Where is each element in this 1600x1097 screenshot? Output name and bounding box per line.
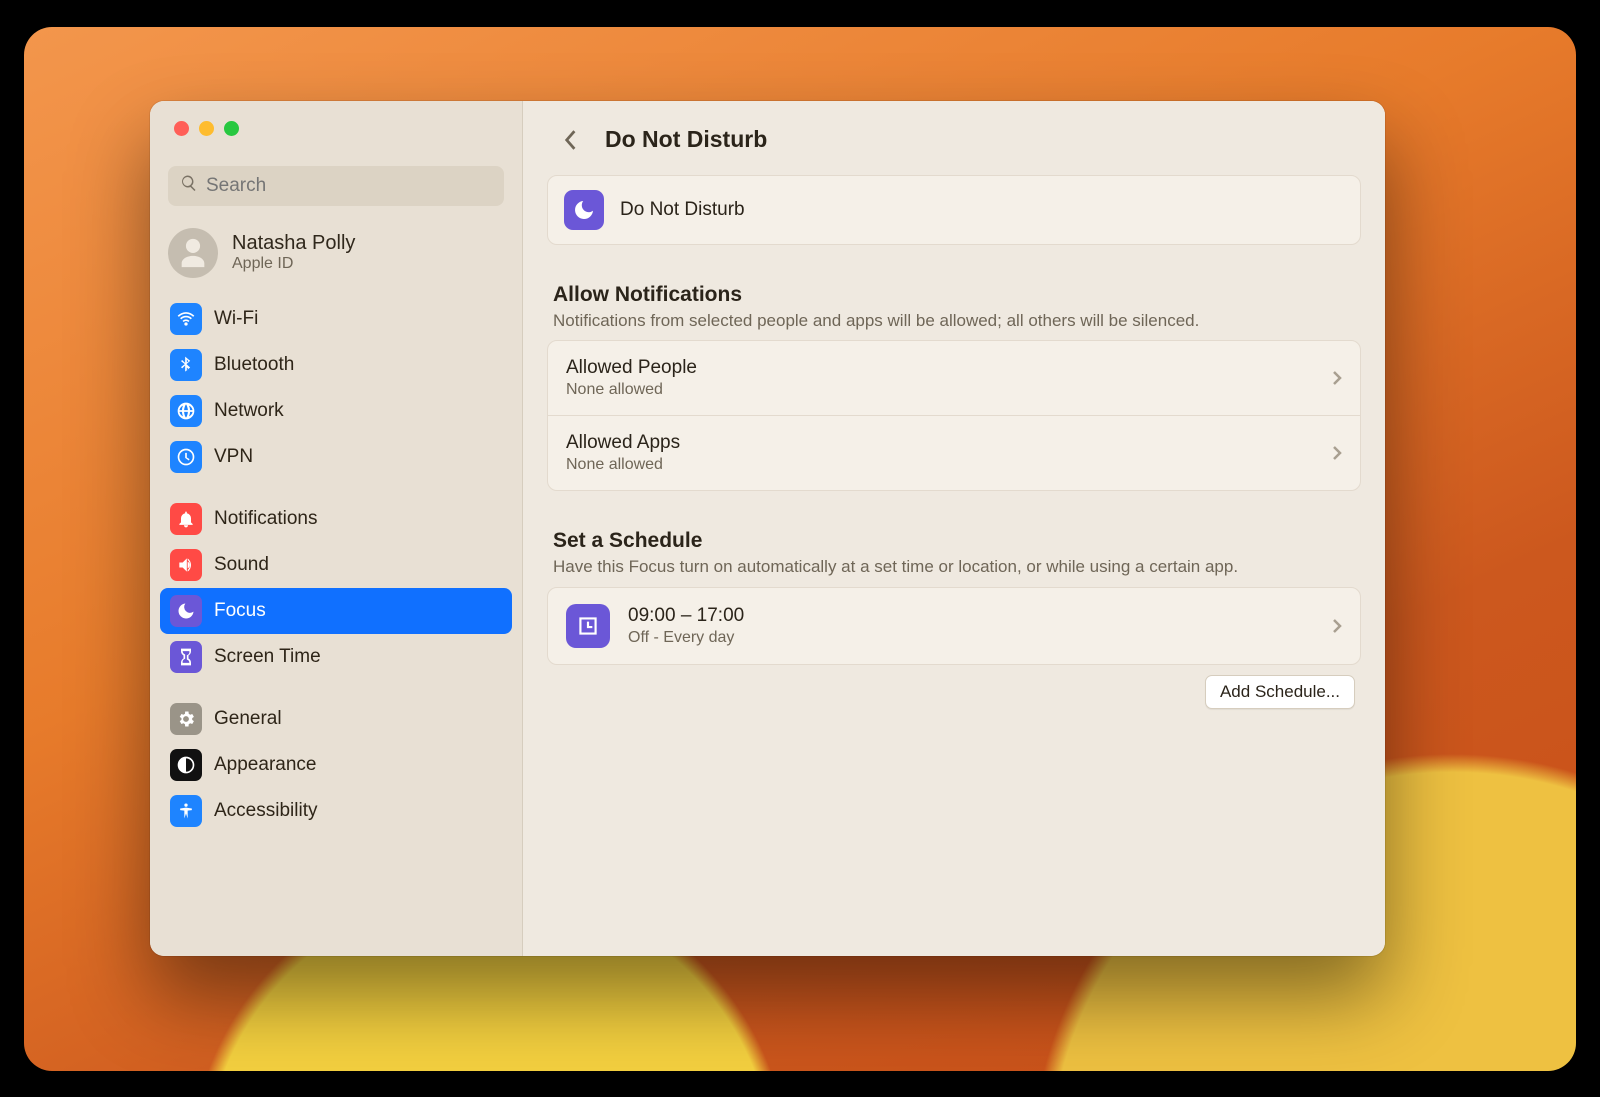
sidebar-item-general[interactable]: General [160,696,512,742]
minimize-button[interactable] [199,121,214,136]
settings-window: Natasha Polly Apple ID Wi-Fi [150,101,1385,956]
bluetooth-icon [170,349,202,381]
moon-icon [564,190,604,230]
sidebar-item-label: Network [214,400,284,422]
sidebar-item-label: General [214,708,282,730]
sidebar-item-wifi[interactable]: Wi-Fi [160,296,512,342]
sidebar-item-label: Bluetooth [214,354,294,376]
clock-icon [566,604,610,648]
close-button[interactable] [174,121,189,136]
schedule-section-header: Set a Schedule Have this Focus turn on a… [547,491,1361,587]
sidebar-item-label: Appearance [214,754,316,776]
sidebar-group-network: Wi-Fi Bluetooth Network [150,288,522,488]
sidebar-item-network[interactable]: Network [160,388,512,434]
sidebar-item-focus[interactable]: Focus [160,588,512,634]
notifications-icon [170,503,202,535]
chevron-right-icon [1332,370,1342,386]
account-sub: Apple ID [232,255,355,273]
desktop-wallpaper: Natasha Polly Apple ID Wi-Fi [24,27,1576,1071]
sidebar-item-appearance[interactable]: Appearance [160,742,512,788]
row-title: Allowed Apps [566,432,680,454]
chevron-right-icon [1332,445,1342,461]
content-header: Do Not Disturb [547,101,1361,175]
account-row[interactable]: Natasha Polly Apple ID [150,206,522,288]
search-input[interactable] [206,175,492,197]
sidebar-item-label: Screen Time [214,646,321,668]
sidebar-item-label: Wi-Fi [214,308,258,330]
sidebar-item-screentime[interactable]: Screen Time [160,634,512,680]
sound-icon [170,549,202,581]
sidebar-item-sound[interactable]: Sound [160,542,512,588]
sidebar-item-notifications[interactable]: Notifications [160,496,512,542]
sidebar-group-system: General Appearance Accessibility [150,688,522,842]
row-sub: None allowed [566,456,680,474]
network-icon [170,395,202,427]
sidebar-item-accessibility[interactable]: Accessibility [160,788,512,834]
focus-icon [170,595,202,627]
sidebar-item-vpn[interactable]: VPN [160,434,512,480]
schedule-row[interactable]: 09:00 – 17:00 Off - Every day [548,588,1360,664]
sidebar-item-label: Focus [214,600,266,622]
gear-icon [170,703,202,735]
allowed-apps-row[interactable]: Allowed Apps None allowed [548,415,1360,490]
schedule-heading: Set a Schedule [553,529,1355,553]
schedule-list: 09:00 – 17:00 Off - Every day [547,587,1361,665]
sidebar-item-label: Accessibility [214,800,317,822]
search-icon [180,174,206,197]
sidebar: Natasha Polly Apple ID Wi-Fi [150,101,523,956]
fullscreen-button[interactable] [224,121,239,136]
schedule-actions: Add Schedule... [547,665,1361,709]
dnd-summary-card: Do Not Disturb [547,175,1361,245]
sidebar-item-label: Notifications [214,508,318,530]
screentime-icon [170,641,202,673]
add-schedule-button[interactable]: Add Schedule... [1205,675,1355,709]
row-sub: Off - Every day [628,629,744,647]
allow-section-header: Allow Notifications Notifications from s… [547,245,1361,341]
sidebar-item-label: Sound [214,554,269,576]
accessibility-icon [170,795,202,827]
page-title: Do Not Disturb [605,126,767,153]
row-sub: None allowed [566,381,697,399]
back-button[interactable] [555,125,585,155]
allow-list: Allowed People None allowed Allowed Apps… [547,340,1361,491]
dnd-title: Do Not Disturb [620,199,745,221]
schedule-desc: Have this Focus turn on automatically at… [553,555,1355,579]
sidebar-group-attention: Notifications Sound Focus [150,488,522,688]
vpn-icon [170,441,202,473]
account-name: Natasha Polly [232,232,355,255]
content-pane: Do Not Disturb Do Not Disturb Allow Noti… [523,101,1385,956]
allowed-people-row[interactable]: Allowed People None allowed [548,341,1360,415]
allow-desc: Notifications from selected people and a… [553,309,1355,333]
search-field[interactable] [168,166,504,206]
avatar [168,228,218,278]
row-title: Allowed People [566,357,697,379]
appearance-icon [170,749,202,781]
row-title: 09:00 – 17:00 [628,605,744,627]
wifi-icon [170,303,202,335]
allow-heading: Allow Notifications [553,283,1355,307]
window-controls [150,101,522,136]
sidebar-item-bluetooth[interactable]: Bluetooth [160,342,512,388]
chevron-right-icon [1332,618,1342,634]
sidebar-item-label: VPN [214,446,253,468]
